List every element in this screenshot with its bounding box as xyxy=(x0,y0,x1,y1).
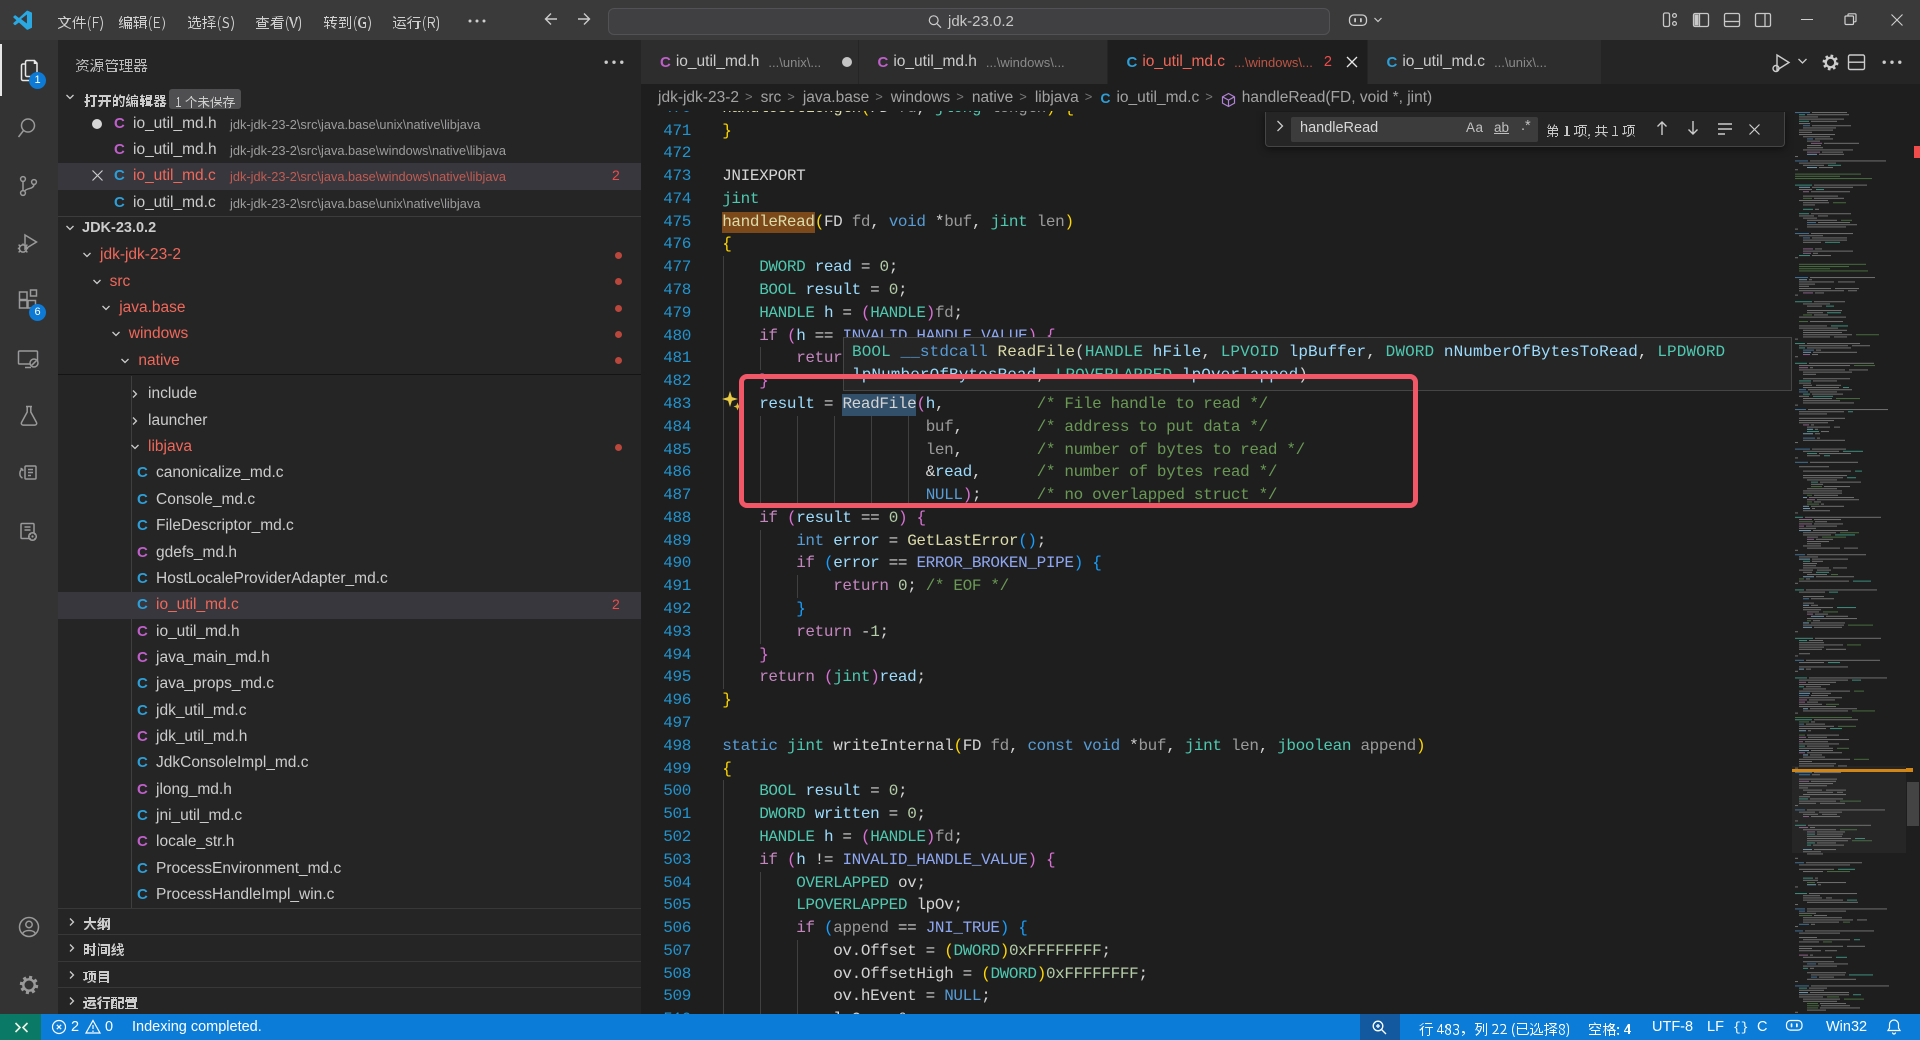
svg-text:{}: {} xyxy=(1733,1020,1749,1035)
